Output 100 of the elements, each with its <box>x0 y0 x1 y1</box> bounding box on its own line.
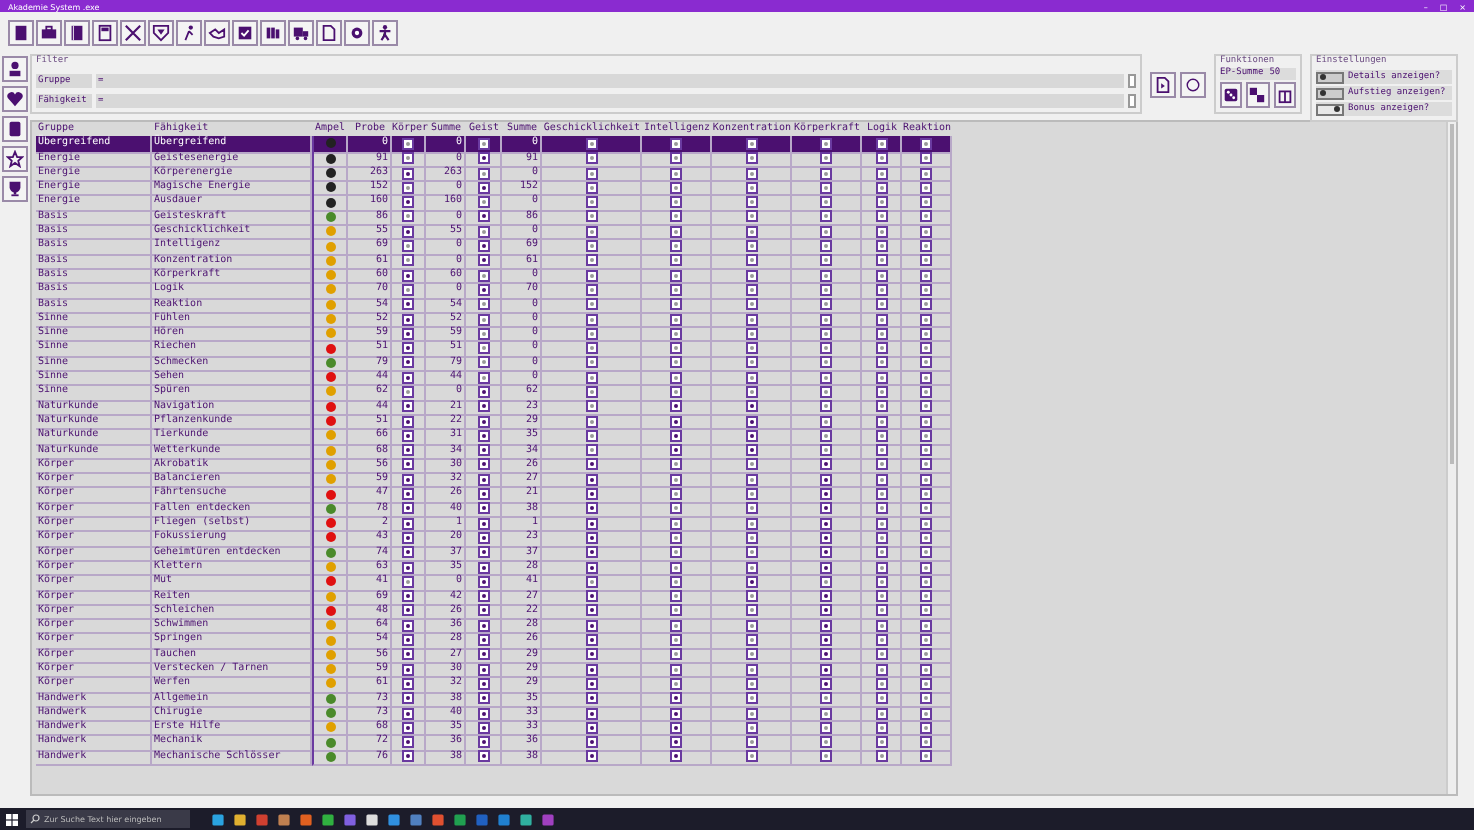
checkbox[interactable] <box>402 210 414 223</box>
checkbox[interactable] <box>402 634 414 647</box>
checkbox[interactable] <box>477 444 489 457</box>
checkbox[interactable] <box>920 458 932 471</box>
toggle-switch[interactable] <box>1316 87 1344 99</box>
checkbox[interactable] <box>670 692 682 705</box>
checkbox[interactable] <box>670 356 682 369</box>
checkbox[interactable] <box>745 546 757 559</box>
checkbox[interactable] <box>875 750 887 763</box>
checkbox[interactable] <box>477 342 489 355</box>
checkbox[interactable] <box>820 488 832 501</box>
windows-icon[interactable] <box>6 813 18 825</box>
checkbox[interactable] <box>745 590 757 603</box>
checkbox[interactable] <box>875 400 887 413</box>
toolbar-button[interactable] <box>288 19 314 45</box>
checkbox[interactable] <box>820 254 832 267</box>
checkbox[interactable] <box>477 546 489 559</box>
checkbox[interactable] <box>920 648 932 661</box>
checkbox[interactable] <box>745 210 757 223</box>
checkbox[interactable] <box>585 298 597 311</box>
checkbox[interactable] <box>820 356 832 369</box>
checkbox[interactable] <box>585 400 597 413</box>
checkbox[interactable] <box>585 502 597 515</box>
sidebar-button[interactable] <box>2 86 28 112</box>
checkbox[interactable] <box>670 444 682 457</box>
checkbox[interactable] <box>477 152 489 165</box>
checkbox[interactable] <box>875 634 887 647</box>
checkbox[interactable] <box>585 240 597 253</box>
checkbox[interactable] <box>920 444 932 457</box>
dice-button[interactable] <box>1246 82 1270 108</box>
toolbar-button[interactable] <box>372 19 398 45</box>
checkbox[interactable] <box>875 342 887 355</box>
checkbox[interactable] <box>820 546 832 559</box>
checkbox[interactable] <box>585 648 597 661</box>
checkbox[interactable] <box>920 210 932 223</box>
checkbox[interactable] <box>745 152 757 165</box>
checkbox[interactable] <box>670 152 682 165</box>
checkbox[interactable] <box>745 400 757 413</box>
toolbar-button[interactable] <box>204 19 230 45</box>
checkbox[interactable] <box>820 604 832 617</box>
toolbar-button[interactable] <box>232 19 258 45</box>
checkbox[interactable] <box>875 488 887 501</box>
checkbox[interactable] <box>875 210 887 223</box>
checkbox[interactable] <box>585 356 597 369</box>
checkbox[interactable] <box>585 736 597 749</box>
checkbox[interactable] <box>402 298 414 311</box>
checkbox[interactable] <box>402 488 414 501</box>
checkbox[interactable] <box>670 502 682 515</box>
checkbox[interactable] <box>920 604 932 617</box>
checkbox[interactable] <box>820 137 832 150</box>
checkbox[interactable] <box>820 458 832 471</box>
checkbox[interactable] <box>920 692 932 705</box>
checkbox[interactable] <box>670 254 682 267</box>
checkbox[interactable] <box>585 210 597 223</box>
checkbox[interactable] <box>820 152 832 165</box>
checkbox[interactable] <box>670 196 682 209</box>
checkbox[interactable] <box>745 444 757 457</box>
reset-button[interactable] <box>1180 72 1206 98</box>
checkbox[interactable] <box>745 298 757 311</box>
checkbox[interactable] <box>477 488 489 501</box>
checkbox[interactable] <box>820 648 832 661</box>
checkbox[interactable] <box>820 240 832 253</box>
checkbox[interactable] <box>585 634 597 647</box>
checkbox[interactable] <box>402 240 414 253</box>
toggle-switch[interactable] <box>1316 71 1344 83</box>
checkbox[interactable] <box>745 604 757 617</box>
checkbox[interactable] <box>477 590 489 603</box>
scrollbar-thumb[interactable] <box>1450 124 1454 464</box>
checkbox[interactable] <box>875 137 887 150</box>
gift-button[interactable] <box>1273 82 1296 108</box>
checkbox[interactable] <box>670 240 682 253</box>
checkbox[interactable] <box>402 444 414 457</box>
toolbar-button[interactable] <box>176 19 202 45</box>
checkbox[interactable] <box>585 196 597 209</box>
checkbox[interactable] <box>670 736 682 749</box>
checkbox[interactable] <box>477 502 489 515</box>
checkbox[interactable] <box>820 210 832 223</box>
checkbox[interactable] <box>875 298 887 311</box>
checkbox[interactable] <box>670 400 682 413</box>
sidebar-button[interactable] <box>2 56 28 82</box>
checkbox[interactable] <box>875 240 887 253</box>
checkbox[interactable] <box>875 736 887 749</box>
checkbox[interactable] <box>477 400 489 413</box>
checkbox[interactable] <box>477 196 489 209</box>
checkbox[interactable] <box>670 604 682 617</box>
checkbox[interactable] <box>402 152 414 165</box>
checkbox[interactable] <box>670 750 682 763</box>
checkbox[interactable] <box>920 137 932 150</box>
checkbox[interactable] <box>585 604 597 617</box>
checkbox[interactable] <box>820 298 832 311</box>
checkbox[interactable] <box>670 648 682 661</box>
checkbox[interactable] <box>585 546 597 559</box>
checkbox[interactable] <box>745 137 757 150</box>
toolbar-button[interactable] <box>92 19 118 45</box>
checkbox[interactable] <box>477 210 489 223</box>
checkbox[interactable] <box>745 634 757 647</box>
checkbox[interactable] <box>402 400 414 413</box>
checkbox[interactable] <box>920 634 932 647</box>
checkbox[interactable] <box>920 488 932 501</box>
checkbox[interactable] <box>745 458 757 471</box>
